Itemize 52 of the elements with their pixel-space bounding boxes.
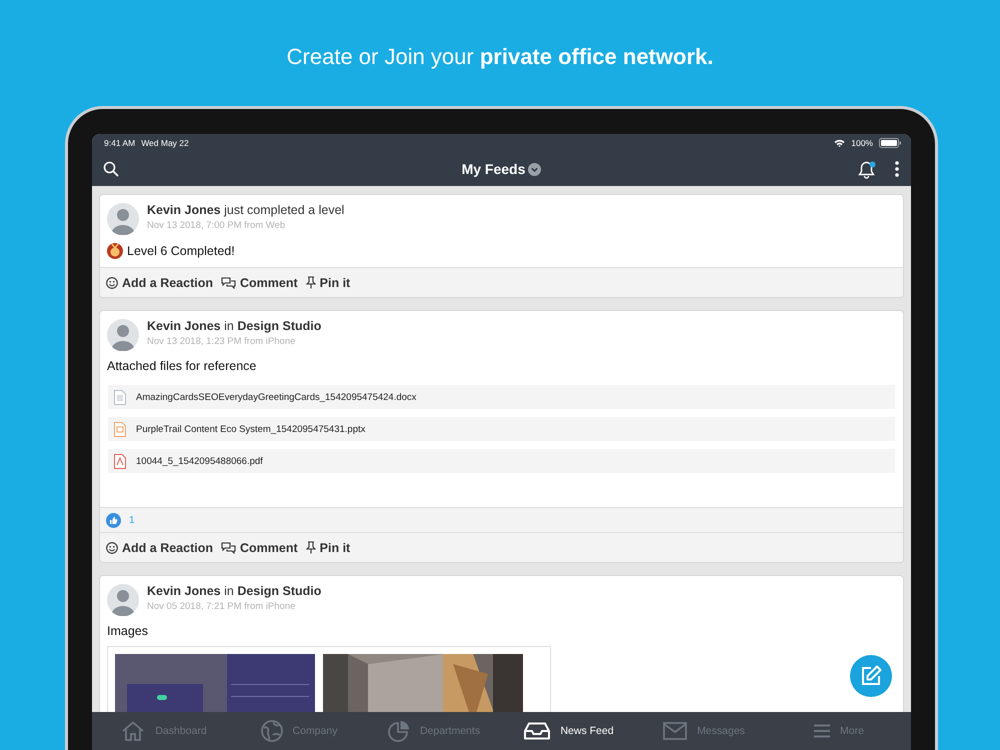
post-text: Attached files for reference (107, 359, 256, 373)
post-action-button[interactable]: Comment (220, 276, 299, 290)
pie-chart-icon (388, 720, 410, 742)
pin-icon (306, 541, 316, 554)
tab[interactable]: News Feed (502, 712, 636, 750)
pencil-icon (859, 664, 883, 688)
file-attachment[interactable]: 10044_5_1542095488066.pdf (108, 449, 895, 473)
menu-icon (814, 724, 830, 738)
file-attachment[interactable]: PurpleTrail Content Eco System_1542095475431.pptx (108, 417, 895, 441)
post-timestamp: Nov 13 2018, 7:00 PM from Web (147, 220, 286, 231)
avatar (107, 319, 139, 351)
smiley-icon (106, 276, 118, 288)
post-heading: Kevin Jones just completed a level (147, 203, 344, 217)
post-text: Images (107, 624, 148, 638)
post-timestamp: Nov 05 2018, 7:21 PM from iPhone (147, 601, 296, 612)
smiley-icon (106, 542, 118, 554)
bell-icon[interactable] (858, 160, 877, 178)
thumbs-up-icon[interactable] (106, 512, 121, 528)
status-time: 9:41 AM (104, 138, 136, 148)
chevron-down-icon[interactable] (528, 162, 542, 176)
post-action-button[interactable]: Pin it (304, 276, 352, 290)
avatar (107, 584, 139, 616)
battery-icon (879, 138, 901, 148)
battery-level: 100% (851, 138, 873, 148)
post-heading: Kevin Jones in Design Studio (147, 584, 322, 598)
post-heading: Kevin Jones in Design Studio (147, 319, 322, 333)
envelope-icon (663, 722, 688, 740)
inbox-tray-icon (524, 722, 550, 740)
medal-icon (107, 243, 123, 259)
post-text: Level 6 Completed! (127, 244, 235, 258)
globe-icon (260, 720, 283, 742)
file-attachment[interactable]: AmazingCardsSEOEverydayGreetingCards_1542095475424.docx (108, 385, 895, 409)
document-icon (114, 390, 126, 404)
avatar (107, 203, 139, 235)
speech-bubbles-icon (221, 276, 236, 288)
headline: Create or Join your private office network. (286, 44, 714, 71)
document-icon (114, 422, 126, 436)
post-timestamp: Nov 13 2018, 1:23 PM from iPhone (147, 336, 296, 347)
like-count: 1 (129, 514, 135, 526)
search-icon[interactable] (103, 161, 119, 177)
wifi-icon (834, 139, 846, 147)
pin-icon (306, 276, 316, 289)
status-date: Wed May 22 (141, 138, 189, 148)
post-action-button[interactable]: Add a Reaction (105, 540, 214, 554)
post-action-button[interactable]: Pin it (304, 540, 352, 554)
post-action-button[interactable]: Comment (220, 540, 299, 554)
document-icon (114, 454, 126, 468)
more-icon[interactable] (895, 161, 899, 177)
feed-title[interactable]: My Feeds (462, 161, 526, 177)
speech-bubbles-icon (221, 542, 236, 554)
post-action-button[interactable]: Add a Reaction (105, 276, 214, 290)
house-icon (121, 721, 146, 741)
